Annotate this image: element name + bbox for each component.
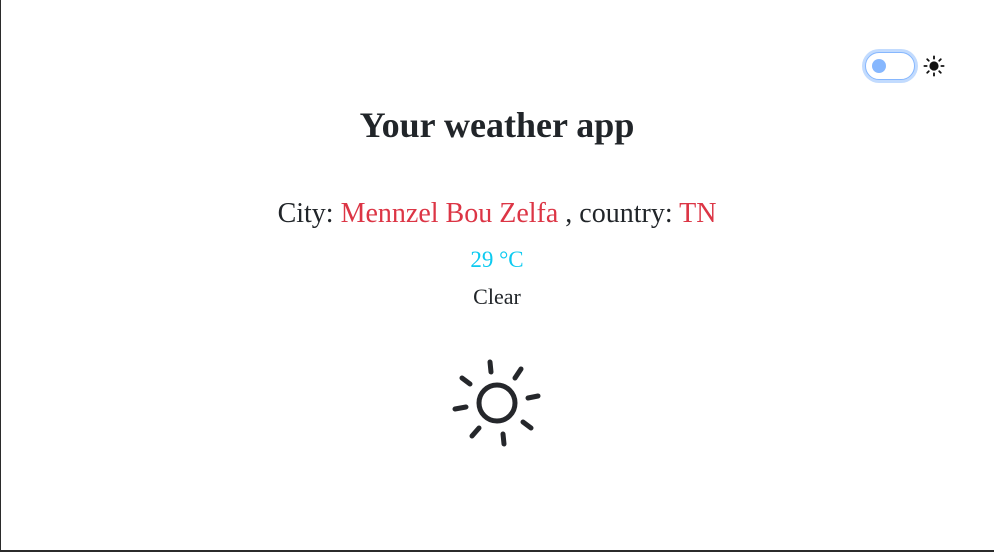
city-name: Mennzel Bou Zelfa: [340, 198, 559, 229]
country-label: , country:: [565, 198, 673, 229]
theme-switch[interactable]: [865, 52, 945, 80]
country-code: TN: [679, 198, 717, 229]
theme-toggle[interactable]: [865, 52, 915, 80]
sun-icon: [923, 55, 945, 77]
temperature: 29 °C: [470, 247, 524, 272]
city-label: City:: [277, 198, 334, 229]
weather-sun-icon: [452, 359, 541, 447]
page-title: Your weather app: [359, 105, 635, 145]
app-frame: [0, 0, 994, 552]
location-line: City: Mennzel Bou Zelfa , country: TN: [0, 196, 994, 232]
weather-condition: Clear: [473, 284, 521, 309]
toggle-knob: [872, 59, 886, 73]
